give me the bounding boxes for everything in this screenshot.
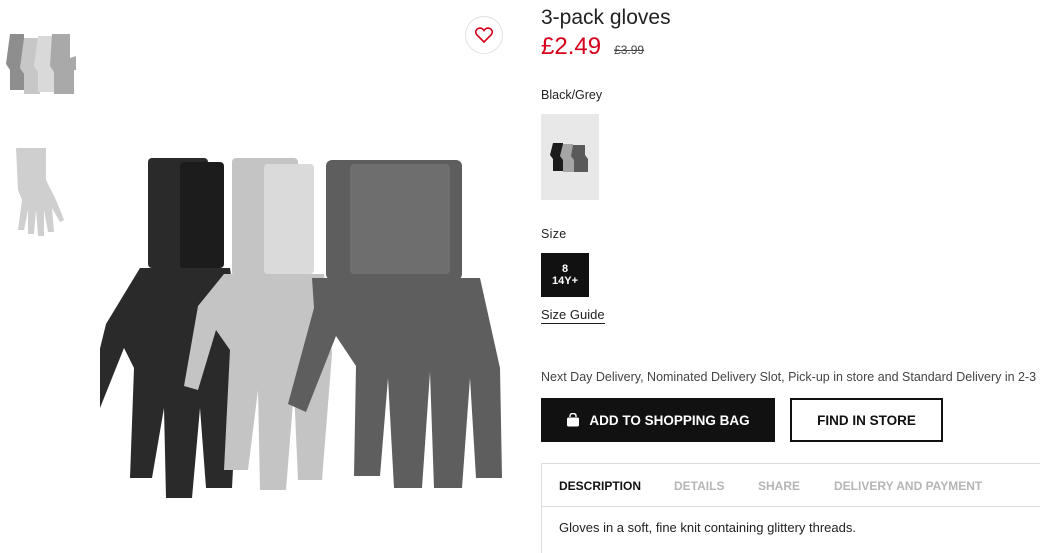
find-in-store-label: FIND IN STORE: [817, 412, 916, 428]
thumbnail-single-glove[interactable]: [0, 140, 84, 252]
heart-icon: [475, 27, 493, 43]
size-option-8-14y[interactable]: 8 14Y+: [541, 253, 589, 297]
gloves-thumbnail-icon: [6, 34, 76, 94]
product-title: 3-pack gloves: [541, 6, 671, 29]
glove-thumbnail-icon: [16, 148, 64, 236]
price-row: £2.49 £3.99: [541, 33, 644, 61]
size-label: Size: [541, 227, 567, 241]
main-product-image: [100, 150, 510, 500]
gloves-image-icon: [100, 158, 502, 498]
shopping-bag-icon: [567, 413, 580, 427]
tab-details[interactable]: DETAILS: [674, 479, 724, 493]
original-price: £3.99: [614, 43, 645, 57]
size-option-line1: 8: [561, 263, 569, 275]
thumbnail-3-pack[interactable]: [0, 28, 84, 102]
current-price: £2.49: [541, 33, 602, 60]
favourite-button[interactable]: [465, 16, 503, 54]
find-in-store-button[interactable]: FIND IN STORE: [790, 398, 943, 442]
tab-description[interactable]: DESCRIPTION: [559, 479, 641, 493]
product-page: 3-pack gloves £2.49 £3.99 Black/Grey Siz…: [0, 0, 1040, 553]
colour-swatch-black-grey[interactable]: [541, 114, 599, 200]
tab-delivery-and-payment[interactable]: DELIVERY AND PAYMENT: [834, 479, 982, 493]
delivery-info: Next Day Delivery, Nominated Delivery Sl…: [541, 370, 1040, 384]
description-text: Gloves in a soft, fine knit containing g…: [559, 520, 856, 535]
size-option-line2: 14Y+: [552, 275, 578, 287]
gloves-swatch-icon: [550, 143, 588, 172]
colour-label: Black/Grey: [541, 88, 603, 102]
add-to-bag-label: ADD TO SHOPPING BAG: [589, 412, 750, 428]
size-guide-link[interactable]: Size Guide: [541, 307, 605, 324]
tab-bar: DESCRIPTION DETAILS SHARE DELIVERY AND P…: [542, 464, 1040, 507]
add-to-bag-button[interactable]: ADD TO SHOPPING BAG: [541, 398, 775, 442]
tab-share[interactable]: SHARE: [758, 479, 800, 493]
product-info-panel: DESCRIPTION DETAILS SHARE DELIVERY AND P…: [541, 463, 1040, 553]
